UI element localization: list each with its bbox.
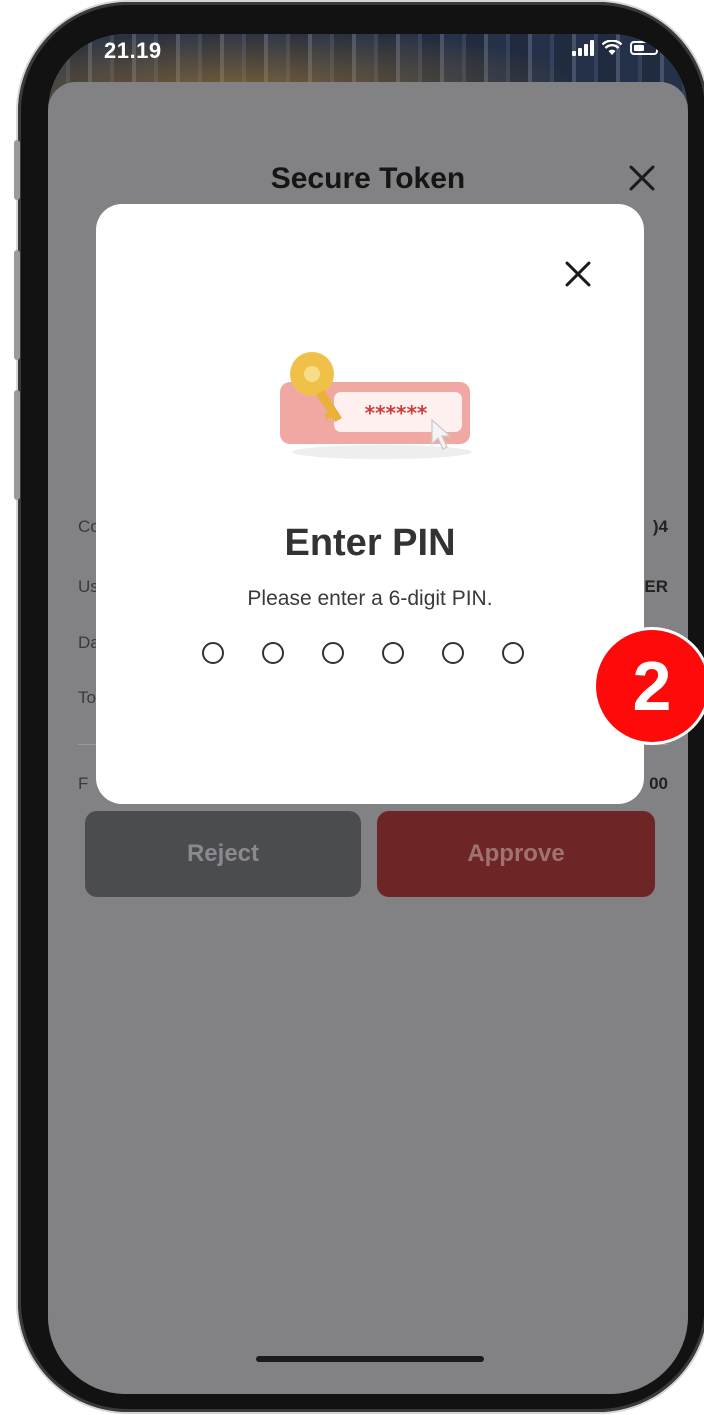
key-password-illustration: ****** — [280, 352, 472, 459]
dialog-title: Enter PIN — [284, 522, 456, 564]
status-icons — [572, 40, 658, 56]
phone-volume-up — [14, 250, 20, 360]
close-icon[interactable] — [560, 256, 596, 292]
cellular-signal-icon — [572, 40, 594, 56]
phone-volume-down — [14, 390, 20, 500]
pin-dot — [262, 642, 284, 664]
phone-screen: 21.19 Secure Token Co )4 Us ER Da To F 0… — [48, 34, 688, 1394]
sheet-title: Secure Token — [270, 162, 466, 195]
pin-dot — [442, 642, 464, 664]
pin-dot — [382, 642, 404, 664]
wifi-icon — [602, 40, 622, 55]
sheet-close-icon[interactable] — [624, 160, 660, 196]
detail-label-5: F — [78, 774, 89, 793]
pin-dot — [202, 642, 224, 664]
detail-label-4: To — [78, 688, 96, 707]
phone-silent-switch — [14, 140, 20, 200]
reject-button[interactable]: Reject — [85, 811, 361, 897]
pin-dot — [322, 642, 344, 664]
home-indicator[interactable] — [256, 1356, 484, 1362]
pin-dot — [502, 642, 524, 664]
pin-entry[interactable] — [202, 642, 524, 664]
masked-pin-text: ****** — [365, 401, 428, 425]
dialog-subtitle: Please enter a 6-digit PIN. — [247, 587, 493, 610]
status-time: 21.19 — [104, 38, 162, 63]
enter-pin-dialog: ****** Enter PIN Please enter a 6-digit … — [96, 204, 644, 804]
approve-button[interactable]: Approve — [377, 811, 655, 897]
battery-icon — [630, 41, 658, 55]
detail-value-2: ER — [644, 577, 668, 596]
detail-value-5: 00 — [649, 774, 668, 793]
step-number-badge: 2 — [596, 630, 704, 742]
detail-value-1: )4 — [652, 517, 668, 536]
